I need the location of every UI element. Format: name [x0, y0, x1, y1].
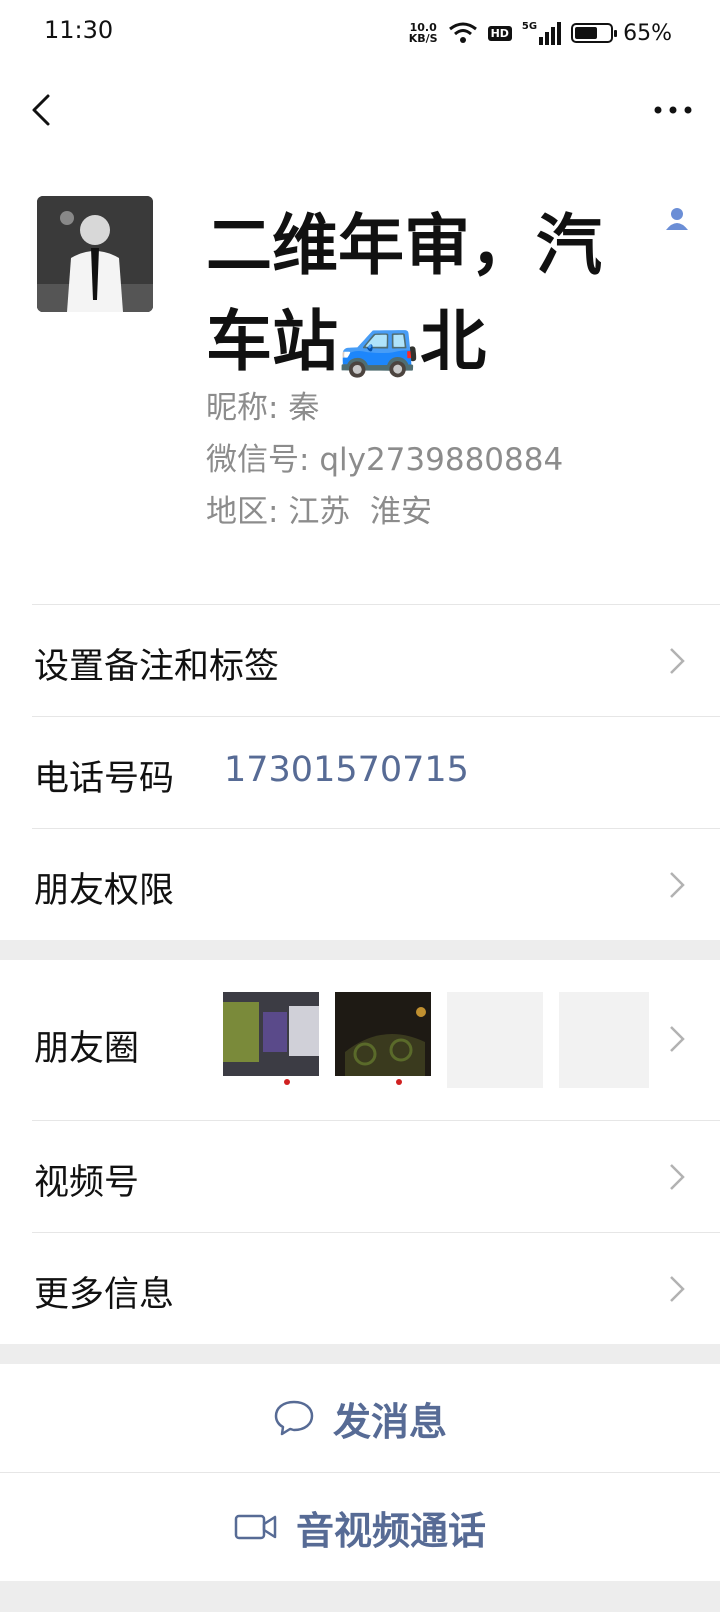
moments-thumbnail — [223, 992, 319, 1088]
divider — [32, 604, 720, 605]
wifi-icon — [448, 22, 477, 43]
chevron-right-icon — [670, 1164, 685, 1190]
divider — [32, 716, 720, 717]
cellular-signal-icon: 5G — [521, 21, 562, 45]
row-channels[interactable]: 视频号 — [0, 1120, 720, 1232]
hd-badge: HD — [487, 25, 512, 41]
network-speed-unit: KB/S — [408, 32, 438, 45]
remarks-tags-label: 设置备注和标签 — [34, 647, 280, 687]
video-call-button[interactable]: 音视频通话 — [0, 1473, 720, 1581]
divider — [32, 1120, 720, 1121]
nav-bar — [0, 66, 720, 156]
more-options-icon[interactable] — [650, 90, 696, 130]
chevron-right-icon — [670, 648, 685, 674]
phone-number-link[interactable]: 17301570715 — [224, 750, 469, 790]
row-friend-permissions[interactable]: 朋友权限 — [0, 828, 720, 940]
chevron-right-icon — [670, 872, 685, 898]
send-message-label: 发消息 — [332, 1399, 447, 1444]
divider — [32, 828, 720, 829]
network-type-label: 5G — [521, 21, 538, 32]
moments-thumbnail — [335, 992, 431, 1088]
moments-thumbnails — [223, 992, 649, 1088]
status-bar: 11:30 10.0 KB/S HD 5G 65% — [0, 0, 720, 66]
moments-thumbnail-placeholder — [559, 992, 649, 1088]
chevron-right-icon — [670, 1276, 685, 1302]
phone-label: 电话号码 — [34, 759, 175, 799]
contact-person-icon — [666, 208, 688, 230]
row-moments[interactable]: 朋友圈 — [0, 960, 720, 1120]
chat-bubble-icon — [274, 1400, 314, 1436]
divider — [32, 1232, 720, 1233]
moments-thumbnail-placeholder — [447, 992, 543, 1088]
profile-card: 二维年审，汽车站🚙北 昵称: 秦 微信号: qly2739880884 地区: … — [0, 156, 720, 606]
video-call-label: 音视频通话 — [295, 1508, 486, 1553]
channels-label: 视频号 — [34, 1163, 140, 1203]
avatar[interactable] — [37, 196, 153, 312]
more-info-label: 更多信息 — [34, 1275, 175, 1315]
back-arrow-icon[interactable] — [24, 90, 64, 130]
nickname-label: 昵称: — [206, 390, 279, 426]
row-more-info[interactable]: 更多信息 — [0, 1232, 720, 1344]
region-line: 地区: 江苏 淮安 — [206, 486, 432, 531]
chevron-right-icon — [670, 1026, 685, 1052]
avatar-image — [37, 196, 153, 312]
battery-icon — [571, 23, 618, 43]
wechat-id-value[interactable]: qly2739880884 — [319, 442, 563, 478]
moments-label: 朋友圈 — [34, 1029, 140, 1069]
network-speed: 10.0 KB/S — [409, 22, 438, 44]
row-remarks-tags[interactable]: 设置备注和标签 — [0, 604, 720, 716]
wechat-id-line: 微信号: qly2739880884 — [206, 434, 563, 479]
friend-permissions-label: 朋友权限 — [34, 871, 175, 911]
display-name: 二维年审，汽车站🚙北 — [206, 207, 602, 380]
nickname-line: 昵称: 秦 — [206, 382, 319, 427]
battery-percent: 65% — [623, 20, 672, 46]
wechat-id-label: 微信号: — [206, 442, 310, 478]
region-value: 江苏 淮安 — [288, 494, 433, 530]
status-indicators: 10.0 KB/S HD 5G 65% — [409, 16, 672, 50]
video-camera-icon — [234, 1514, 277, 1540]
battery-fill — [575, 27, 598, 39]
send-message-button[interactable]: 发消息 — [0, 1364, 720, 1472]
status-time: 11:30 — [44, 16, 114, 44]
row-phone: 电话号码 17301570715 — [0, 716, 720, 828]
nickname-value: 秦 — [288, 390, 320, 426]
region-label: 地区: — [206, 494, 279, 530]
